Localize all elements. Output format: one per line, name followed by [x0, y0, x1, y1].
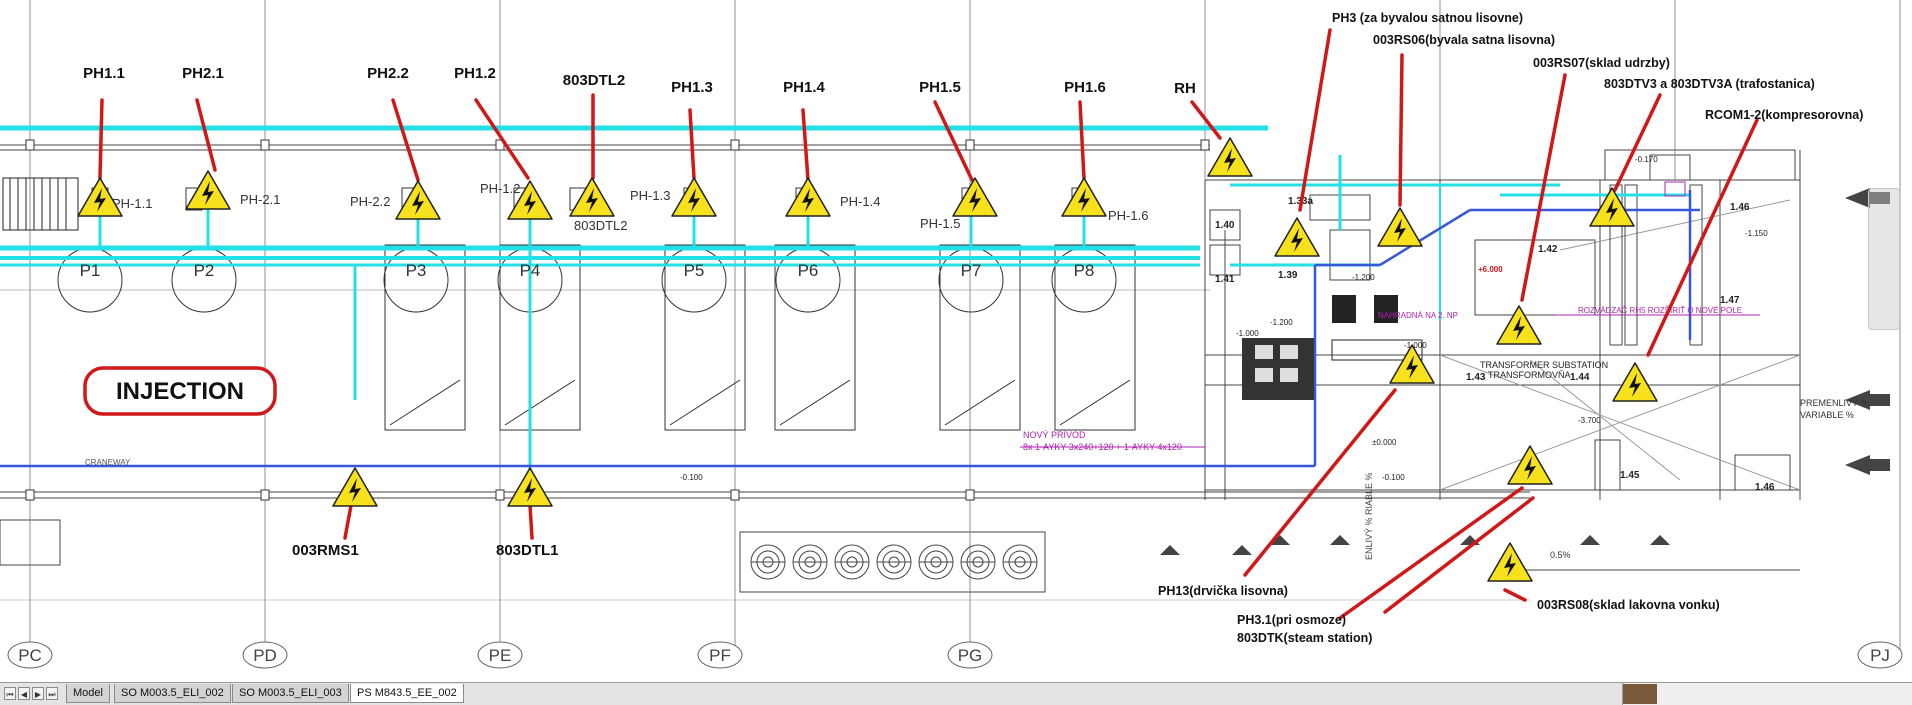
- feeder-note-title: NOVÝ PRÍVOD: [1023, 430, 1086, 440]
- tag-label-bottom: 003RMS1: [292, 542, 359, 559]
- level-tag: -0.170: [1635, 155, 1658, 164]
- scrollbar-thumb[interactable]: [1623, 684, 1657, 704]
- tab-model[interactable]: Model: [66, 684, 110, 703]
- room-number: 1.40: [1215, 220, 1235, 231]
- grid-label: PG: [958, 646, 983, 665]
- press-label: P3: [406, 261, 427, 280]
- room-number: 1.41: [1215, 274, 1235, 285]
- variable-label-en: VARIABLE %: [1800, 410, 1854, 420]
- grid-label: PJ: [1870, 646, 1890, 665]
- next-tab-icon[interactable]: ▶: [32, 687, 44, 700]
- grid-bubbles: [7, 641, 1903, 669]
- panel-label: PH-2.2: [350, 194, 390, 209]
- press-label: P4: [520, 261, 541, 280]
- tab-layout-1[interactable]: SO M003.5_ELI_002: [114, 684, 231, 703]
- press-label: P1: [80, 261, 101, 280]
- replacement-note: NÁHRADNÁ NA 2. NP: [1378, 311, 1458, 320]
- level-tag: ±0.000: [1372, 438, 1397, 447]
- press-label: P8: [1074, 261, 1095, 280]
- tag-label-top: PH1.1: [83, 65, 125, 82]
- panel-label: PH-1.6: [1108, 208, 1148, 223]
- feeder-note-spec: 8x 1-AYKY 3x240+120 + 1-AYKY 4x120: [1023, 442, 1182, 452]
- tag-label-right: 003RS07(sklad udrzby): [1533, 56, 1670, 70]
- level-tag: -1.200: [1352, 273, 1375, 282]
- tag-label-right: 003RS06(byvala satna lisovna): [1373, 33, 1555, 47]
- room-number: 1.42: [1538, 244, 1558, 255]
- grid-label: PC: [18, 646, 42, 665]
- layout-tab-bar: ⏮ ◀ ▶ ⏭ Model SO M003.5_ELI_002 SO M003.…: [0, 682, 1912, 705]
- tag-label-top: RH: [1174, 80, 1196, 97]
- press-label: P5: [684, 261, 705, 280]
- tag-label-bottom: 803DTK(steam station): [1237, 631, 1372, 645]
- level-tag: +6.000: [1478, 265, 1503, 274]
- tag-label-top: PH1.6: [1064, 79, 1106, 96]
- panel-label: 803DTL2: [574, 218, 627, 233]
- level-tag: -1.150: [1745, 229, 1768, 238]
- tag-label-right: RCOM1-2(kompresorovna): [1705, 108, 1863, 122]
- press-label: P7: [961, 261, 982, 280]
- press-label: P6: [798, 261, 819, 280]
- injection-label: INJECTION: [116, 378, 244, 405]
- tag-label-top: PH1.3: [671, 79, 713, 96]
- room-number: 1.39: [1278, 270, 1298, 281]
- craneway-label: CRANEWAY: [85, 458, 131, 467]
- room-number: 1.46: [1730, 202, 1750, 213]
- tag-label-right: 803DTV3 a 803DTV3A (trafostanica): [1604, 77, 1815, 91]
- panel-label: PH-1.4: [840, 194, 880, 209]
- switchboard-note: ROZVÁDZAČ RH5 ROZŠÍRIŤ O NOVÉ POLE: [1578, 306, 1742, 315]
- level-tag: -0.100: [1382, 473, 1405, 482]
- level-tag: -1.000: [1236, 329, 1259, 338]
- rotated-note: ENLIVÝ % RIABLE %: [1364, 472, 1374, 560]
- tag-label-bottom: 003RS08(sklad lakovna vonku): [1537, 598, 1720, 612]
- tag-label-top: PH2.1: [182, 65, 224, 82]
- level-tag: -1.200: [1270, 318, 1293, 327]
- room-number: 1.47: [1720, 295, 1740, 306]
- tag-label-top: PH1.2: [454, 65, 496, 82]
- tag-label-bottom: PH3.1(pri osmoze): [1237, 613, 1346, 627]
- panel-label: PH-2.1: [240, 192, 280, 207]
- tag-label-top: 803DTL2: [563, 72, 626, 89]
- room-number: 1.43: [1466, 372, 1486, 383]
- tag-label-bottom: 803DTL1: [496, 542, 559, 559]
- substation-label-sk: TRANSFORMOVŇA: [1488, 370, 1571, 380]
- tag-label-top: PH1.4: [783, 79, 825, 96]
- room-number: 1.44: [1570, 372, 1590, 383]
- tag-label-right: PH3 (za byvalou satnou lisovne): [1332, 11, 1523, 25]
- press-label: P2: [194, 261, 215, 280]
- first-tab-icon[interactable]: ⏮: [4, 687, 16, 700]
- navigation-bar[interactable]: [1868, 188, 1900, 330]
- cad-drawing-canvas[interactable]: P1 P2 P3 P4 P5 P6 P7 P8 PH-1.1 PH-2.1 PH…: [0, 0, 1912, 682]
- grid-label: PF: [709, 646, 731, 665]
- annotation-layer: P1 P2 P3 P4 P5 P6 P7 P8 PH-1.1 PH-2.1 PH…: [7, 11, 1903, 669]
- room-number: 1.46: [1755, 482, 1775, 493]
- horizontal-scrollbar[interactable]: [1622, 683, 1912, 705]
- panel-label: PH-1.2: [480, 181, 520, 196]
- room-number: 1.45: [1620, 470, 1640, 481]
- panel-label: PH-1.3: [630, 188, 670, 203]
- grid-label: PD: [253, 646, 277, 665]
- level-tag: -1.000: [1404, 341, 1427, 350]
- grid-label: PE: [489, 646, 512, 665]
- substation-label: TRANSFORMER SUBSTATION: [1480, 360, 1608, 370]
- level-tag: -3.700: [1578, 416, 1601, 425]
- tab-layout-3[interactable]: PS M843.5_EE_002: [350, 684, 464, 703]
- last-tab-icon[interactable]: ⏭: [46, 687, 58, 700]
- tag-label-top: PH1.5: [919, 79, 961, 96]
- prev-tab-icon[interactable]: ◀: [18, 687, 30, 700]
- tag-label-top: PH2.2: [367, 65, 409, 82]
- tag-label-bottom: PH13(drvička lisovna): [1158, 584, 1288, 598]
- tab-layout-2[interactable]: SO M003.5_ELI_003: [232, 684, 349, 703]
- panel-label: PH-1.5: [920, 216, 960, 231]
- level-tag: -0.100: [680, 473, 703, 482]
- variable-label: PREMENLIVÝ %: [1800, 398, 1869, 408]
- slope-label: 0.5%: [1550, 550, 1571, 560]
